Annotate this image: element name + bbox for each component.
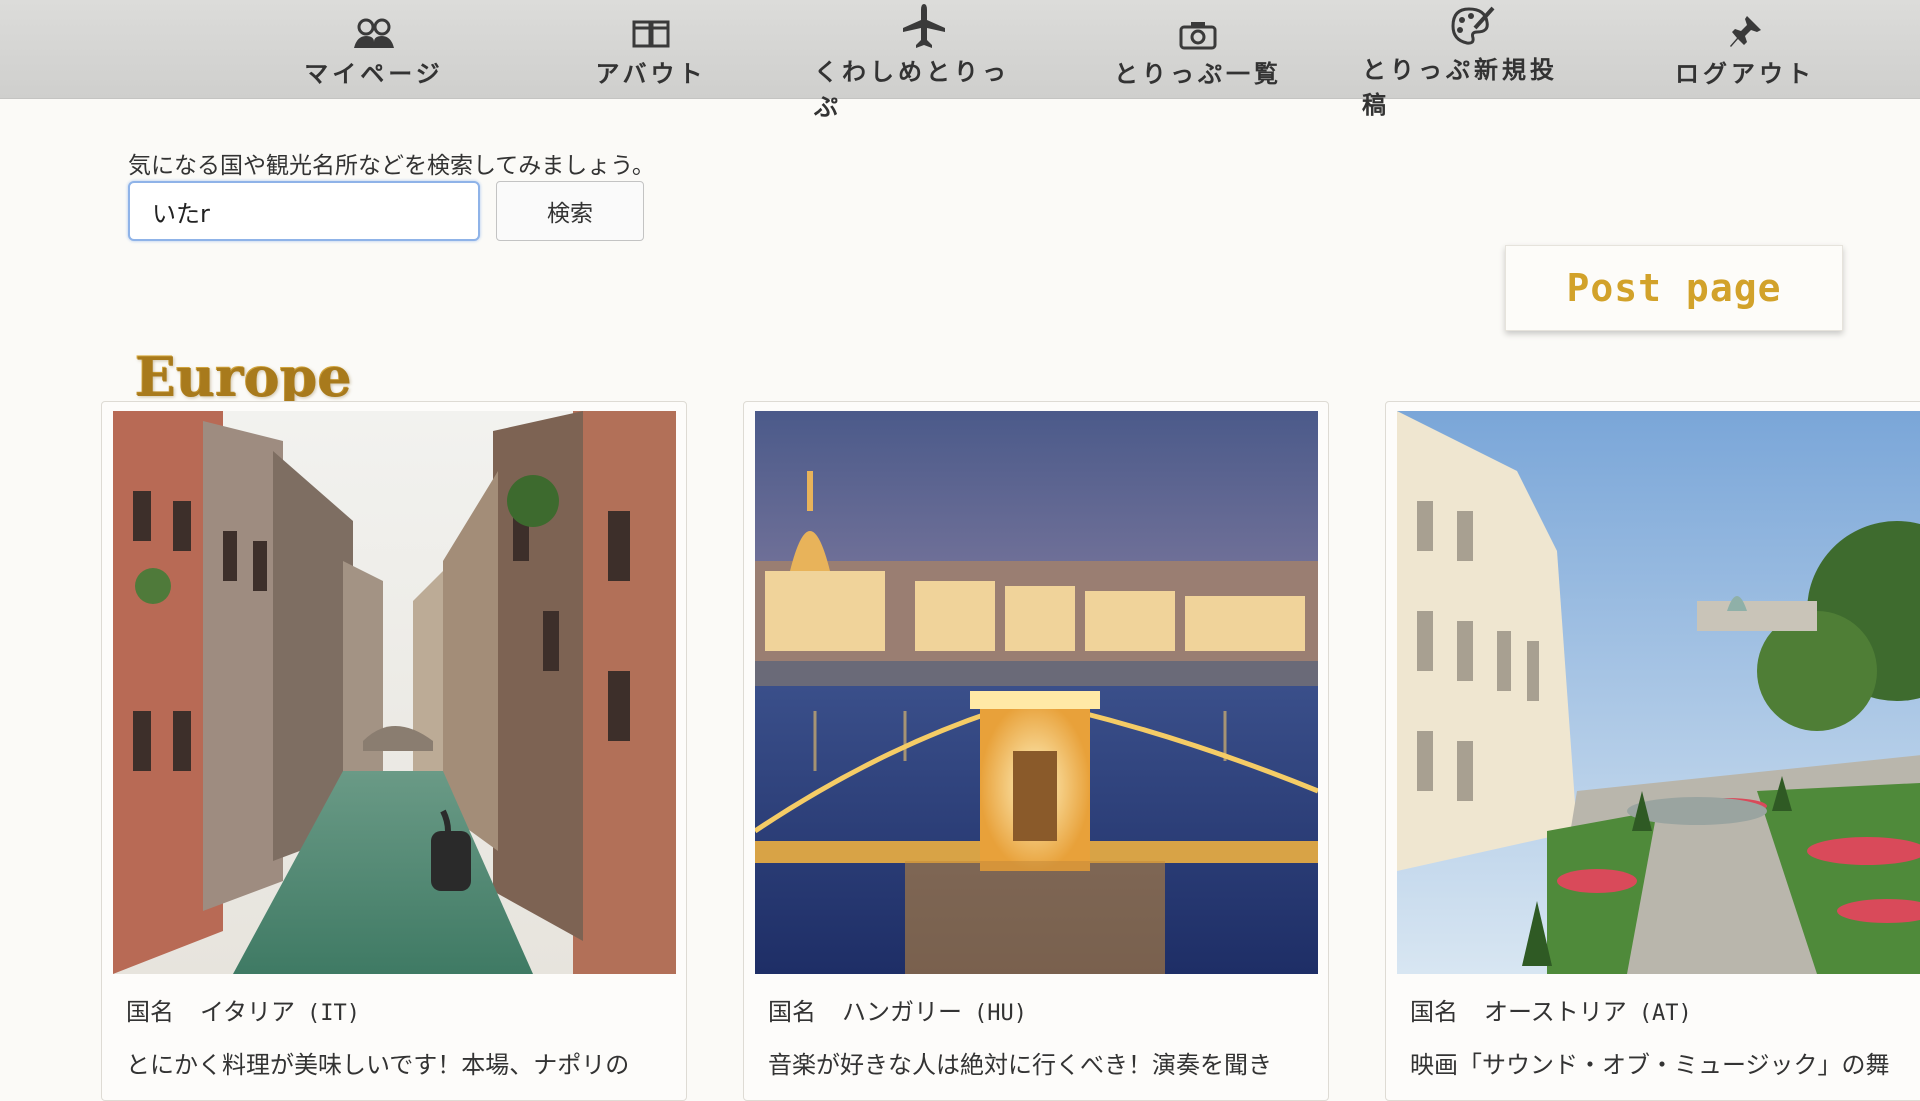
top-nav: マイページ アバウト くわしめとりっぷ とりっぷ一覧 とりっぷ新規投稿 ログアウ… xyxy=(0,0,1920,121)
nav-item-about[interactable]: アバウト xyxy=(541,6,761,92)
budapest-chain-bridge-photo[interactable] xyxy=(755,411,1318,974)
airplane-icon xyxy=(901,4,947,50)
country-name: オーストリア xyxy=(1484,998,1627,1026)
nav-label-new-post: とりっぷ新規投稿 xyxy=(1362,56,1558,119)
salzburg-mirabell-garden-photo[interactable] xyxy=(1397,411,1920,974)
palette-icon xyxy=(1449,6,1495,46)
country-label: 国名 xyxy=(768,998,816,1026)
country-label: 国名 xyxy=(126,998,174,1026)
post-page-button[interactable]: Post page xyxy=(1505,245,1843,331)
users-icon xyxy=(351,6,397,50)
country-name: イタリア xyxy=(200,998,296,1026)
nav-item-logout[interactable]: ログアウト xyxy=(1635,6,1855,92)
nav-item-mypage[interactable]: マイページ xyxy=(264,6,484,92)
card-country: 国名 オーストリア (AT) xyxy=(1410,992,1692,1027)
nav-item-detail-trip[interactable]: くわしめとりっぷ xyxy=(814,4,1034,121)
country-label: 国名 xyxy=(1410,998,1458,1026)
post-card-hungary[interactable]: 国名 ハンガリー (HU) 音楽が好きな人は絶対に行くべき！演奏を聞き xyxy=(743,401,1329,1101)
search-button[interactable]: 検索 xyxy=(496,181,644,241)
nav-label-trip-list: とりっぷ一覧 xyxy=(1114,60,1282,88)
pushpin-icon xyxy=(1727,6,1763,50)
card-country: 国名 ハンガリー (HU) xyxy=(768,992,1027,1027)
country-name: ハンガリー xyxy=(842,998,962,1026)
country-code: (IT) xyxy=(307,1001,361,1026)
book-icon xyxy=(631,6,671,50)
search-prompt: 気になる国や観光名所などを検索してみましょう。 xyxy=(128,153,655,179)
post-card-austria[interactable]: 国名 オーストリア (AT) 映画「サウンド・オブ・ミュージック」の舞 xyxy=(1385,401,1920,1101)
nav-label-logout: ログアウト xyxy=(1675,60,1815,88)
venice-canal-photo[interactable] xyxy=(113,411,676,974)
post-card-italy[interactable]: 国名 イタリア (IT) とにかく料理が美味しいです！本場、ナポリの xyxy=(101,401,687,1101)
region-title: Europe xyxy=(134,344,352,408)
camera-icon xyxy=(1178,6,1218,50)
search-input[interactable] xyxy=(128,181,480,241)
card-description: 音楽が好きな人は絶対に行くべき！演奏を聞き xyxy=(768,1051,1272,1079)
nav-label-detail-trip: くわしめとりっぷ xyxy=(814,58,1010,121)
country-code: (AT) xyxy=(1638,1001,1692,1026)
nav-item-trip-list[interactable]: とりっぷ一覧 xyxy=(1088,6,1308,92)
card-description: 映画「サウンド・オブ・ミュージック」の舞 xyxy=(1410,1051,1890,1079)
nav-item-new-post[interactable]: とりっぷ新規投稿 xyxy=(1362,6,1582,119)
country-code: (HU) xyxy=(974,1001,1027,1026)
nav-label-about: アバウト xyxy=(595,60,707,88)
nav-label-mypage: マイページ xyxy=(304,60,444,88)
card-description: とにかく料理が美味しいです！本場、ナポリの xyxy=(126,1051,630,1079)
card-country: 国名 イタリア (IT) xyxy=(126,992,360,1027)
